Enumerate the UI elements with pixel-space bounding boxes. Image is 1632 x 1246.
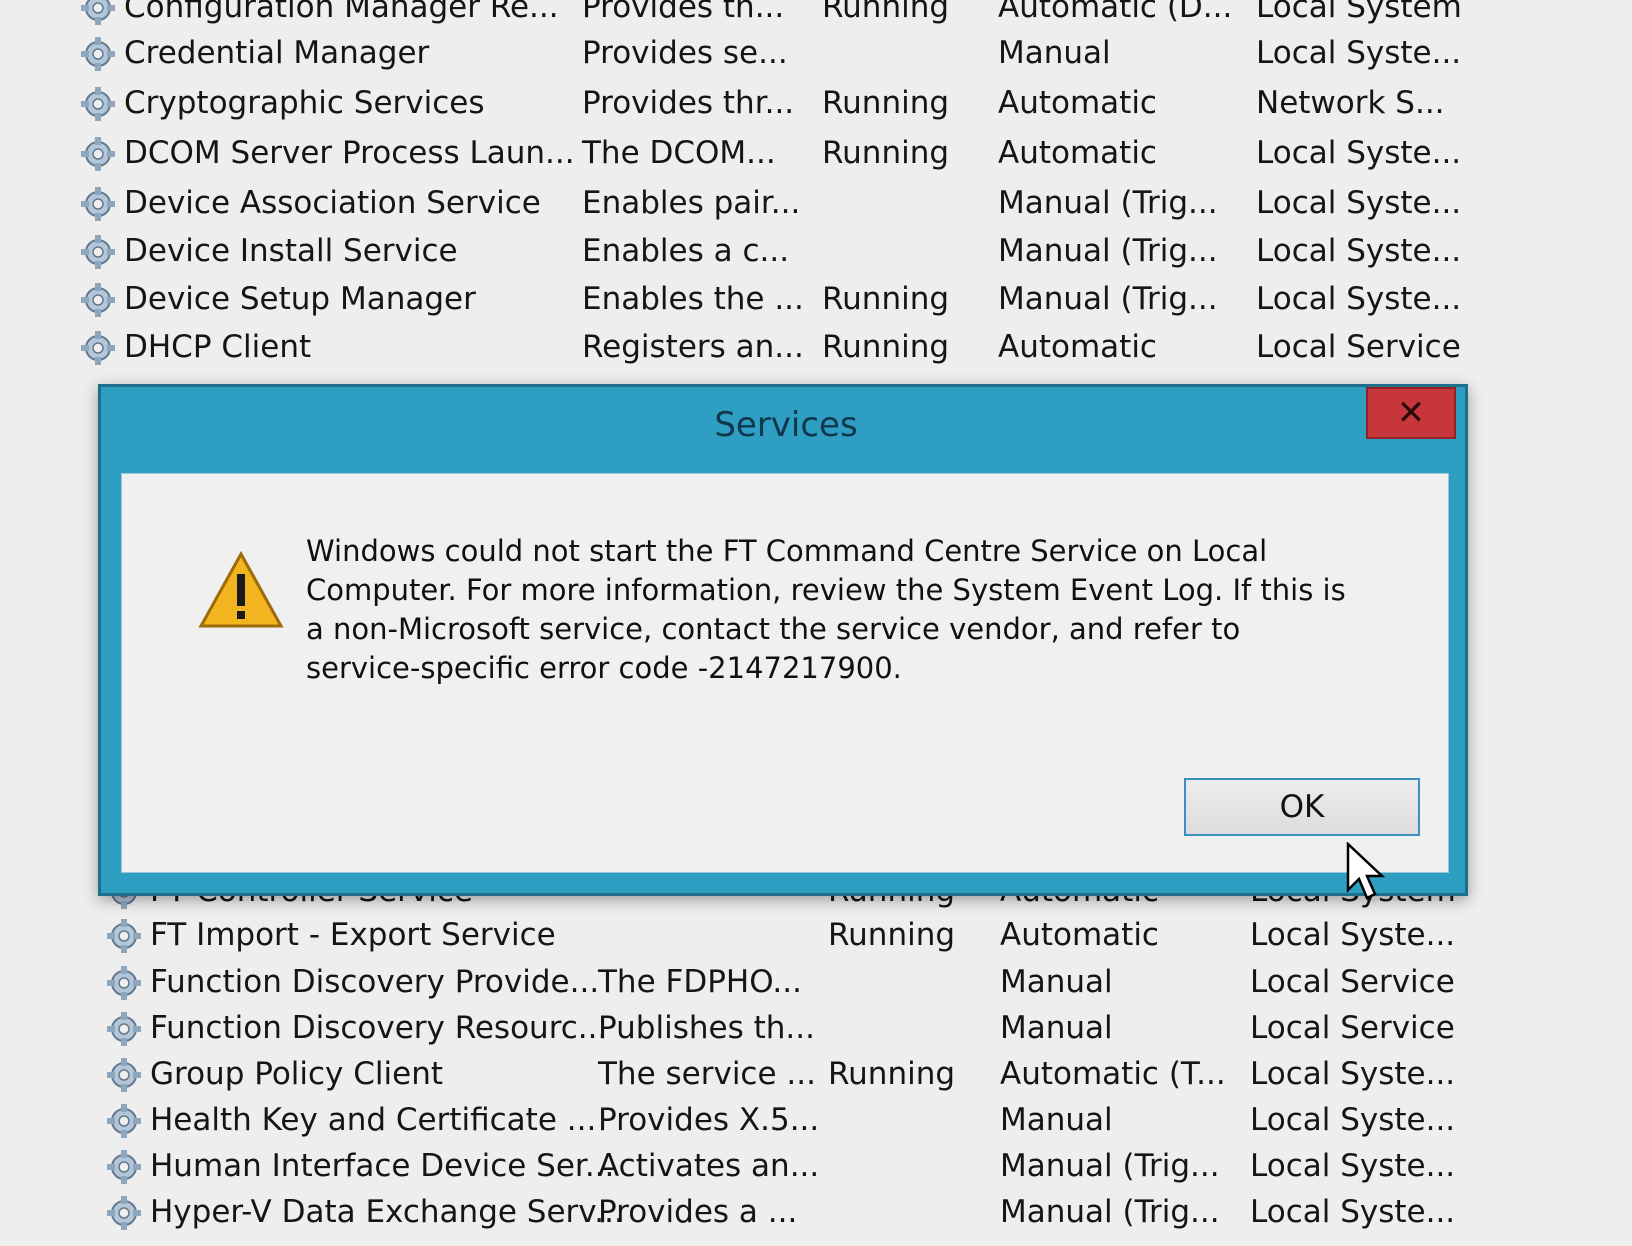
service-row[interactable]: Function Discovery Provide... The FDPHO..…	[0, 957, 1632, 1007]
service-name: Hyper-V Data Exchange Serv...	[150, 1194, 624, 1230]
gear-icon	[106, 965, 142, 1001]
service-row[interactable]: DCOM Server Process Laun... The DCOM... Ru…	[0, 128, 1632, 178]
service-row[interactable]: Device Association Service Enables pair..…	[0, 178, 1632, 228]
gear-icon	[106, 1057, 142, 1093]
service-description: The FDPHO...	[598, 964, 802, 1000]
service-name: Group Policy Client	[150, 1056, 444, 1092]
service-status: Running	[822, 85, 950, 121]
service-startup-type: Manual	[1000, 1010, 1113, 1046]
service-description: Provides se...	[582, 35, 788, 71]
close-button[interactable]: ✕	[1366, 387, 1456, 439]
service-name: FT Import - Export Service	[150, 917, 556, 953]
service-log-on-as: Local Syste...	[1250, 1194, 1456, 1230]
service-name: Health Key and Certificate ...	[150, 1102, 597, 1138]
service-startup-type: Manual (Trig...	[998, 281, 1218, 317]
service-description: Provides thr...	[582, 85, 795, 121]
service-name: DCOM Server Process Laun...	[124, 135, 575, 171]
service-log-on-as: Network S...	[1256, 85, 1445, 121]
service-startup-type: Automatic	[998, 329, 1157, 365]
service-startup-type: Manual	[998, 35, 1111, 71]
service-startup-type: Manual (Trig...	[998, 233, 1218, 269]
gear-icon	[80, 36, 116, 72]
service-description: The service ...	[598, 1056, 816, 1092]
service-description: Registers an...	[582, 329, 804, 365]
mouse-pointer-icon	[1346, 842, 1386, 900]
gear-icon	[80, 136, 116, 172]
service-description: Provides X.5...	[598, 1102, 820, 1138]
service-row[interactable]: Credential Manager Provides se... Manual Lo…	[0, 28, 1632, 78]
service-name: Cryptographic Services	[124, 85, 485, 121]
service-row[interactable]: Device Setup Manager Enables the ... Runni…	[0, 274, 1632, 324]
service-log-on-as: Local Syste...	[1256, 281, 1462, 317]
service-status: Running	[822, 281, 950, 317]
service-row[interactable]: Group Policy Client The service ... Runnin…	[0, 1049, 1632, 1099]
service-status: Running	[822, 135, 950, 171]
service-row[interactable]: Human Interface Device Ser... Activates a…	[0, 1141, 1632, 1191]
service-name: Human Interface Device Ser...	[150, 1148, 615, 1184]
service-row[interactable]: Function Discovery Resourc... Publishes t…	[0, 1003, 1632, 1053]
service-row[interactable]: Hyper-V Data Exchange Serv... Provides a …	[0, 1187, 1632, 1237]
service-startup-type: Automatic (T...	[1000, 1056, 1226, 1092]
service-name: Device Association Service	[124, 185, 541, 221]
service-description: Enables pair...	[582, 185, 801, 221]
service-startup-type: Manual (Trig...	[1000, 1148, 1220, 1184]
gear-icon	[80, 86, 116, 122]
service-log-on-as: Local Syste...	[1256, 233, 1462, 269]
service-log-on-as: Local Syste...	[1256, 185, 1462, 221]
gear-icon	[106, 1149, 142, 1185]
gear-icon	[80, 330, 116, 366]
service-name: Device Setup Manager	[124, 281, 476, 317]
service-name: Function Discovery Provide...	[150, 964, 600, 1000]
ok-button[interactable]: OK	[1184, 778, 1420, 836]
service-log-on-as: Local Syste...	[1250, 1148, 1456, 1184]
service-log-on-as: Local Syste...	[1250, 1056, 1456, 1092]
service-name: DHCP Client	[124, 329, 312, 365]
service-startup-type: Manual (Trig...	[1000, 1194, 1220, 1230]
service-name: Credential Manager	[124, 35, 430, 71]
service-startup-type: Manual	[1000, 1102, 1113, 1138]
warning-icon	[198, 550, 284, 628]
gear-icon	[80, 282, 116, 318]
service-log-on-as: Local Service	[1250, 1010, 1455, 1046]
service-log-on-as: Local Syste...	[1256, 35, 1462, 71]
service-status: Running	[828, 917, 956, 953]
dialog-body: Windows could not start the FT Command C…	[121, 473, 1449, 873]
service-status: Running	[822, 329, 950, 365]
service-row[interactable]: DHCP Client Registers an... Running Automat…	[0, 322, 1632, 372]
gear-icon	[80, 234, 116, 270]
dialog-title: Services	[714, 405, 858, 445]
gear-icon	[106, 1195, 142, 1231]
gear-icon	[106, 1011, 142, 1047]
service-description: Enables a c...	[582, 233, 790, 269]
service-description: Enables the ...	[582, 281, 804, 317]
error-message: Windows could not start the FT Command C…	[306, 534, 1346, 685]
service-startup-type: Automatic	[998, 135, 1157, 171]
gear-icon	[106, 918, 142, 954]
service-row[interactable]: Cryptographic Services Provides thr... Run…	[0, 78, 1632, 128]
service-description: Publishes th...	[598, 1010, 815, 1046]
gear-icon	[80, 186, 116, 222]
service-status: Running	[828, 1056, 956, 1092]
service-name: Device Install Service	[124, 233, 458, 269]
service-log-on-as: Local Service	[1256, 329, 1461, 365]
gear-icon	[80, 0, 116, 26]
service-description: Activates an...	[598, 1148, 820, 1184]
service-log-on-as: Local Syste...	[1250, 917, 1456, 953]
service-startup-type: Automatic	[1000, 917, 1159, 953]
service-log-on-as: Local Syste...	[1256, 135, 1462, 171]
service-row[interactable]: FT Import - Export Service Running Automat…	[0, 910, 1632, 960]
error-dialog: Services ✕ Windows could not start the F…	[98, 384, 1468, 896]
service-startup-type: Manual	[1000, 964, 1113, 1000]
service-description: The DCOM...	[582, 135, 776, 171]
service-log-on-as: Local Service	[1250, 964, 1455, 1000]
service-row[interactable]: Health Key and Certificate ... Provides X…	[0, 1095, 1632, 1145]
service-description: Provides a ...	[598, 1194, 798, 1230]
service-log-on-as: Local Syste...	[1250, 1102, 1456, 1138]
service-startup-type: Manual (Trig...	[998, 185, 1218, 221]
gear-icon	[106, 1103, 142, 1139]
service-name: Function Discovery Resourc...	[150, 1010, 608, 1046]
service-row[interactable]: Device Install Service Enables a c... Manu…	[0, 226, 1632, 276]
service-startup-type: Automatic	[998, 85, 1157, 121]
